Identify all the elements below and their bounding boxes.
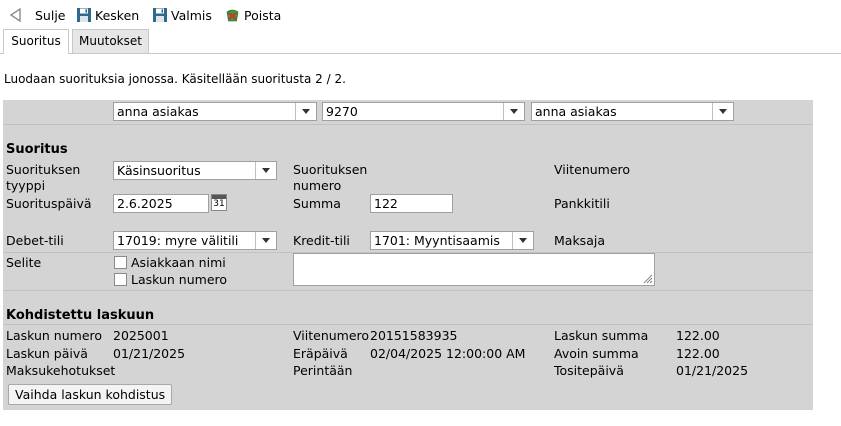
change-allocation-button[interactable]: Vaihda laskun kohdistus — [8, 384, 173, 405]
close-button[interactable]: Sulje — [8, 6, 66, 24]
done-button[interactable]: Valmis — [152, 6, 212, 24]
back-arrow-icon — [9, 7, 21, 23]
divider — [3, 290, 813, 291]
payment-type-value: Käsinsuoritus — [117, 163, 201, 178]
note-textarea[interactable] — [293, 253, 655, 286]
number-select-value: 9270 — [326, 104, 358, 119]
open-sum-label: Avoin summa — [554, 346, 639, 361]
invoice-number-label: Laskun numero — [6, 328, 103, 343]
suoritus-heading: Suoritus — [6, 142, 68, 157]
debit-account-label: Debet-tili — [6, 233, 64, 248]
open-sum-value: 122.00 — [676, 346, 720, 361]
delete-icon — [226, 9, 239, 22]
invoice-reference-label: Viitenumero — [293, 328, 370, 343]
payment-requests-label: Maksukehotukset — [6, 363, 116, 378]
done-button-label: Valmis — [171, 7, 212, 23]
invoice-date-value: 01/21/2025 — [113, 346, 186, 361]
calendar-icon[interactable]: 31 — [211, 194, 227, 211]
divider — [3, 324, 813, 325]
amount-input[interactable]: 122 — [370, 194, 453, 213]
calendar-icon-day: 31 — [213, 199, 225, 209]
invoice-number-checkbox[interactable] — [114, 273, 127, 286]
customer-name-checkbox-label: Asiakkaan nimi — [131, 255, 226, 270]
debit-account-value: 17019: myre välitili — [117, 233, 239, 248]
invoice-reference-value: 20151583935 — [370, 328, 458, 343]
tab-muutokset[interactable]: Muutokset — [72, 29, 149, 53]
allocated-invoice-heading: Kohdistettu laskuun — [6, 308, 155, 323]
payment-type-label-l2: tyyppi — [6, 178, 46, 193]
debit-account-select[interactable]: 17019: myre välitili — [113, 231, 277, 250]
tab-suoritus[interactable]: Suoritus — [3, 29, 69, 54]
payer-label: Maksaja — [554, 233, 605, 248]
interrupt-button[interactable]: Kesken — [76, 6, 139, 24]
chevron-down-icon — [295, 103, 316, 120]
amount-label: Summa — [293, 196, 341, 211]
close-button-label: Sulje — [35, 7, 66, 23]
delete-button[interactable]: Poista — [224, 6, 281, 24]
credit-account-value: 1701: Myyntisaamis — [374, 233, 500, 248]
invoice-number-checkbox-label: Laskun numero — [131, 272, 228, 287]
note-label: Selite — [6, 255, 42, 270]
payment-number-label-l1: Suorituksen — [293, 162, 368, 177]
chevron-down-icon — [512, 232, 533, 249]
divider — [3, 124, 813, 125]
payment-date-input[interactable]: 2.6.2025 — [113, 194, 209, 213]
payment-type-label-l1: Suorituksen — [6, 162, 81, 177]
chevron-down-icon — [712, 103, 733, 120]
toolbar: Sulje Kesken Valmis Poista — [0, 0, 841, 30]
customer-select[interactable]: anna asiakas — [113, 102, 317, 121]
chevron-down-icon — [503, 103, 524, 120]
delete-button-label: Poista — [244, 7, 282, 23]
payment-date-label: Suorituspäivä — [6, 196, 92, 211]
customer2-select[interactable]: anna asiakas — [531, 102, 734, 121]
customer-select-value: anna asiakas — [117, 104, 199, 119]
customer-name-checkbox[interactable] — [114, 256, 127, 269]
bank-account-label: Pankkitili — [554, 196, 610, 211]
interrupt-button-label: Kesken — [95, 7, 140, 23]
number-select[interactable]: 9270 — [322, 102, 525, 121]
credit-account-label: Kredit-tili — [293, 233, 350, 248]
invoice-number-value: 2025001 — [113, 328, 169, 343]
collection-label: Perintään — [293, 363, 353, 378]
payment-number-label-l2: numero — [293, 178, 342, 193]
credit-account-select[interactable]: 1701: Myyntisaamis — [370, 231, 534, 250]
chevron-down-icon — [255, 232, 276, 249]
save-icon — [153, 8, 167, 22]
invoice-sum-value: 122.00 — [676, 328, 720, 343]
due-date-label: Eräpäivä — [293, 346, 348, 361]
due-date-value: 02/04/2025 12:00:00 AM — [370, 346, 526, 361]
save-icon — [77, 8, 91, 22]
chevron-down-icon — [255, 162, 276, 179]
payment-type-select[interactable]: Käsinsuoritus — [113, 161, 277, 180]
tab-bar: Suoritus Muutokset — [0, 29, 841, 54]
invoice-sum-label: Laskun summa — [554, 328, 649, 343]
invoice-date-label: Laskun päivä — [6, 346, 88, 361]
voucher-date-label: Tositepäivä — [554, 363, 624, 378]
voucher-date-value: 01/21/2025 — [676, 363, 749, 378]
reference-number-label: Viitenumero — [554, 162, 631, 177]
queue-info-text: Luodaan suorituksia jonossa. Käsitellään… — [4, 72, 346, 86]
customer2-select-value: anna asiakas — [535, 104, 617, 119]
resize-handle-icon[interactable] — [642, 273, 653, 284]
